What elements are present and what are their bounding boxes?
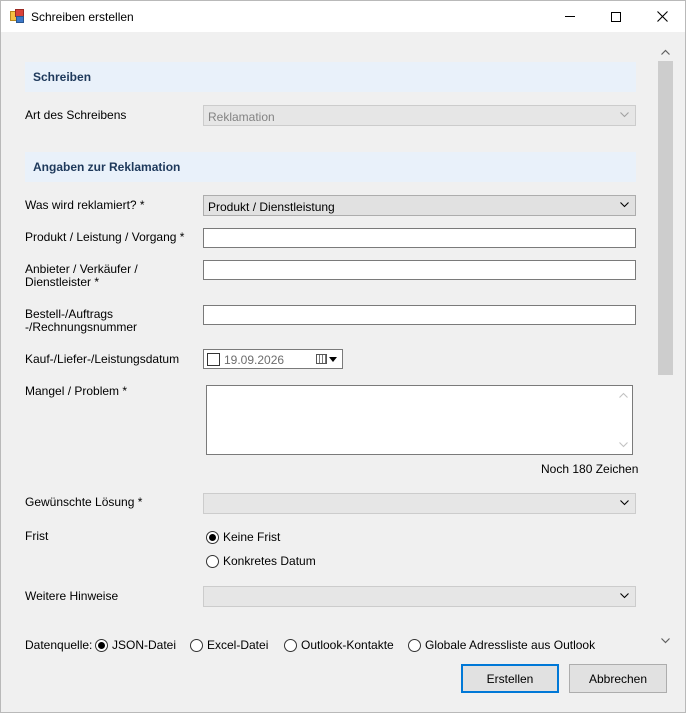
datenquelle-option-outlook-label: Outlook-Kontakte — [301, 638, 394, 652]
datenquelle-option-json[interactable]: JSON-Datei — [95, 638, 176, 652]
minimize-button[interactable] — [547, 1, 593, 32]
was-combobox[interactable]: Produkt / Dienstleistung — [203, 195, 636, 216]
datum-picker[interactable]: 19.09.2026 — [203, 349, 343, 369]
chevron-up-icon[interactable] — [661, 49, 670, 55]
chevron-down-icon — [620, 112, 629, 118]
form-panel: Schreiben Art des Schreibens Reklamation… — [1, 32, 657, 652]
chevron-down-icon — [620, 593, 629, 599]
mangel-textarea[interactable] — [206, 385, 633, 455]
radio-unchecked-icon — [284, 638, 297, 652]
char-counter: Noch 180 Zeichen — [541, 462, 639, 476]
art-combobox[interactable]: Reklamation — [203, 105, 636, 126]
maximize-button[interactable] — [593, 1, 639, 32]
radio-unchecked-icon — [190, 638, 203, 652]
scrollbar-thumb[interactable] — [658, 61, 673, 375]
art-label: Art des Schreibens — [25, 108, 127, 122]
produkt-input[interactable] — [203, 228, 636, 248]
chevron-down-icon — [620, 202, 629, 208]
calendar-icon — [316, 354, 327, 364]
art-value: Reklamation — [208, 110, 275, 124]
produkt-label: Produkt / Leistung / Vorgang * — [25, 230, 185, 244]
datum-label: Kauf-/Liefer-/Leistungsdatum — [25, 352, 180, 366]
bestell-label-line2: -/Rechnungsnummer — [25, 320, 138, 334]
mangel-label: Mangel / Problem * — [25, 384, 128, 398]
title-bar[interactable]: Schreiben erstellen — [1, 1, 685, 32]
datenquelle-label: Datenquelle: — [25, 638, 93, 652]
app-icon — [10, 9, 24, 23]
datenquelle-option-excel[interactable]: Excel-Datei — [190, 638, 268, 652]
dialog-window: Schreiben erstellen Schreiben Art des Sc… — [0, 0, 686, 713]
close-icon — [656, 11, 668, 22]
radio-checked-icon — [206, 530, 219, 544]
section-header-angaben: Angaben zur Reklamation — [25, 152, 636, 182]
maximize-icon — [611, 11, 621, 22]
dropdown-arrow-icon — [329, 357, 337, 362]
chevron-up-icon[interactable] — [619, 392, 628, 398]
bestell-label: Bestell-/Auftrags -/Rechnungsnummer — [25, 308, 137, 334]
section-header-schreiben: Schreiben — [25, 62, 636, 92]
datenquelle-option-json-label: JSON-Datei — [112, 638, 177, 652]
was-label: Was wird reklamiert? * — [25, 198, 145, 212]
cancel-button[interactable]: Abbrechen — [569, 664, 667, 693]
close-button[interactable] — [639, 1, 685, 32]
datenquelle-option-outlook[interactable]: Outlook-Kontakte — [284, 638, 394, 652]
create-button[interactable]: Erstellen — [461, 664, 559, 693]
frist-option-datum[interactable]: Konkretes Datum — [206, 554, 316, 568]
datenquelle-option-excel-label: Excel-Datei — [207, 638, 269, 652]
radio-checked-icon — [95, 638, 108, 652]
was-value: Produkt / Dienstleistung — [208, 200, 335, 214]
minimize-icon — [565, 16, 575, 17]
hinweise-label: Weitere Hinweise — [25, 589, 119, 603]
mangel-scrollbar[interactable] — [615, 386, 632, 454]
hinweise-combobox[interactable] — [203, 586, 636, 607]
loesung-label: Gewünschte Lösung * — [25, 495, 143, 509]
frist-option-datum-label: Konkretes Datum — [223, 554, 316, 568]
datenquelle-option-gal[interactable]: Globale Adressliste aus Outlook — [408, 638, 595, 652]
radio-unchecked-icon — [206, 554, 219, 568]
datenquelle-option-gal-label: Globale Adressliste aus Outlook — [425, 638, 596, 652]
datum-value: 19.09.2026 — [224, 353, 285, 367]
chevron-down-icon — [620, 500, 629, 506]
frist-option-keine[interactable]: Keine Frist — [206, 530, 280, 544]
frist-label: Frist — [25, 529, 49, 543]
form-scrollbar[interactable] — [657, 42, 674, 652]
loesung-combobox[interactable] — [203, 493, 636, 514]
radio-unchecked-icon — [408, 638, 421, 652]
anbieter-label: Anbieter / Verkäufer / Dienstleister * — [25, 263, 138, 289]
chevron-down-icon[interactable] — [661, 638, 670, 644]
window-title: Schreiben erstellen — [31, 10, 134, 24]
anbieter-label-line2: Dienstleister * — [25, 275, 100, 289]
bestell-input[interactable] — [203, 305, 636, 325]
chevron-down-icon[interactable] — [619, 442, 628, 448]
datum-checkbox[interactable] — [207, 353, 220, 366]
frist-option-keine-label: Keine Frist — [223, 530, 281, 544]
anbieter-input[interactable] — [203, 260, 636, 280]
